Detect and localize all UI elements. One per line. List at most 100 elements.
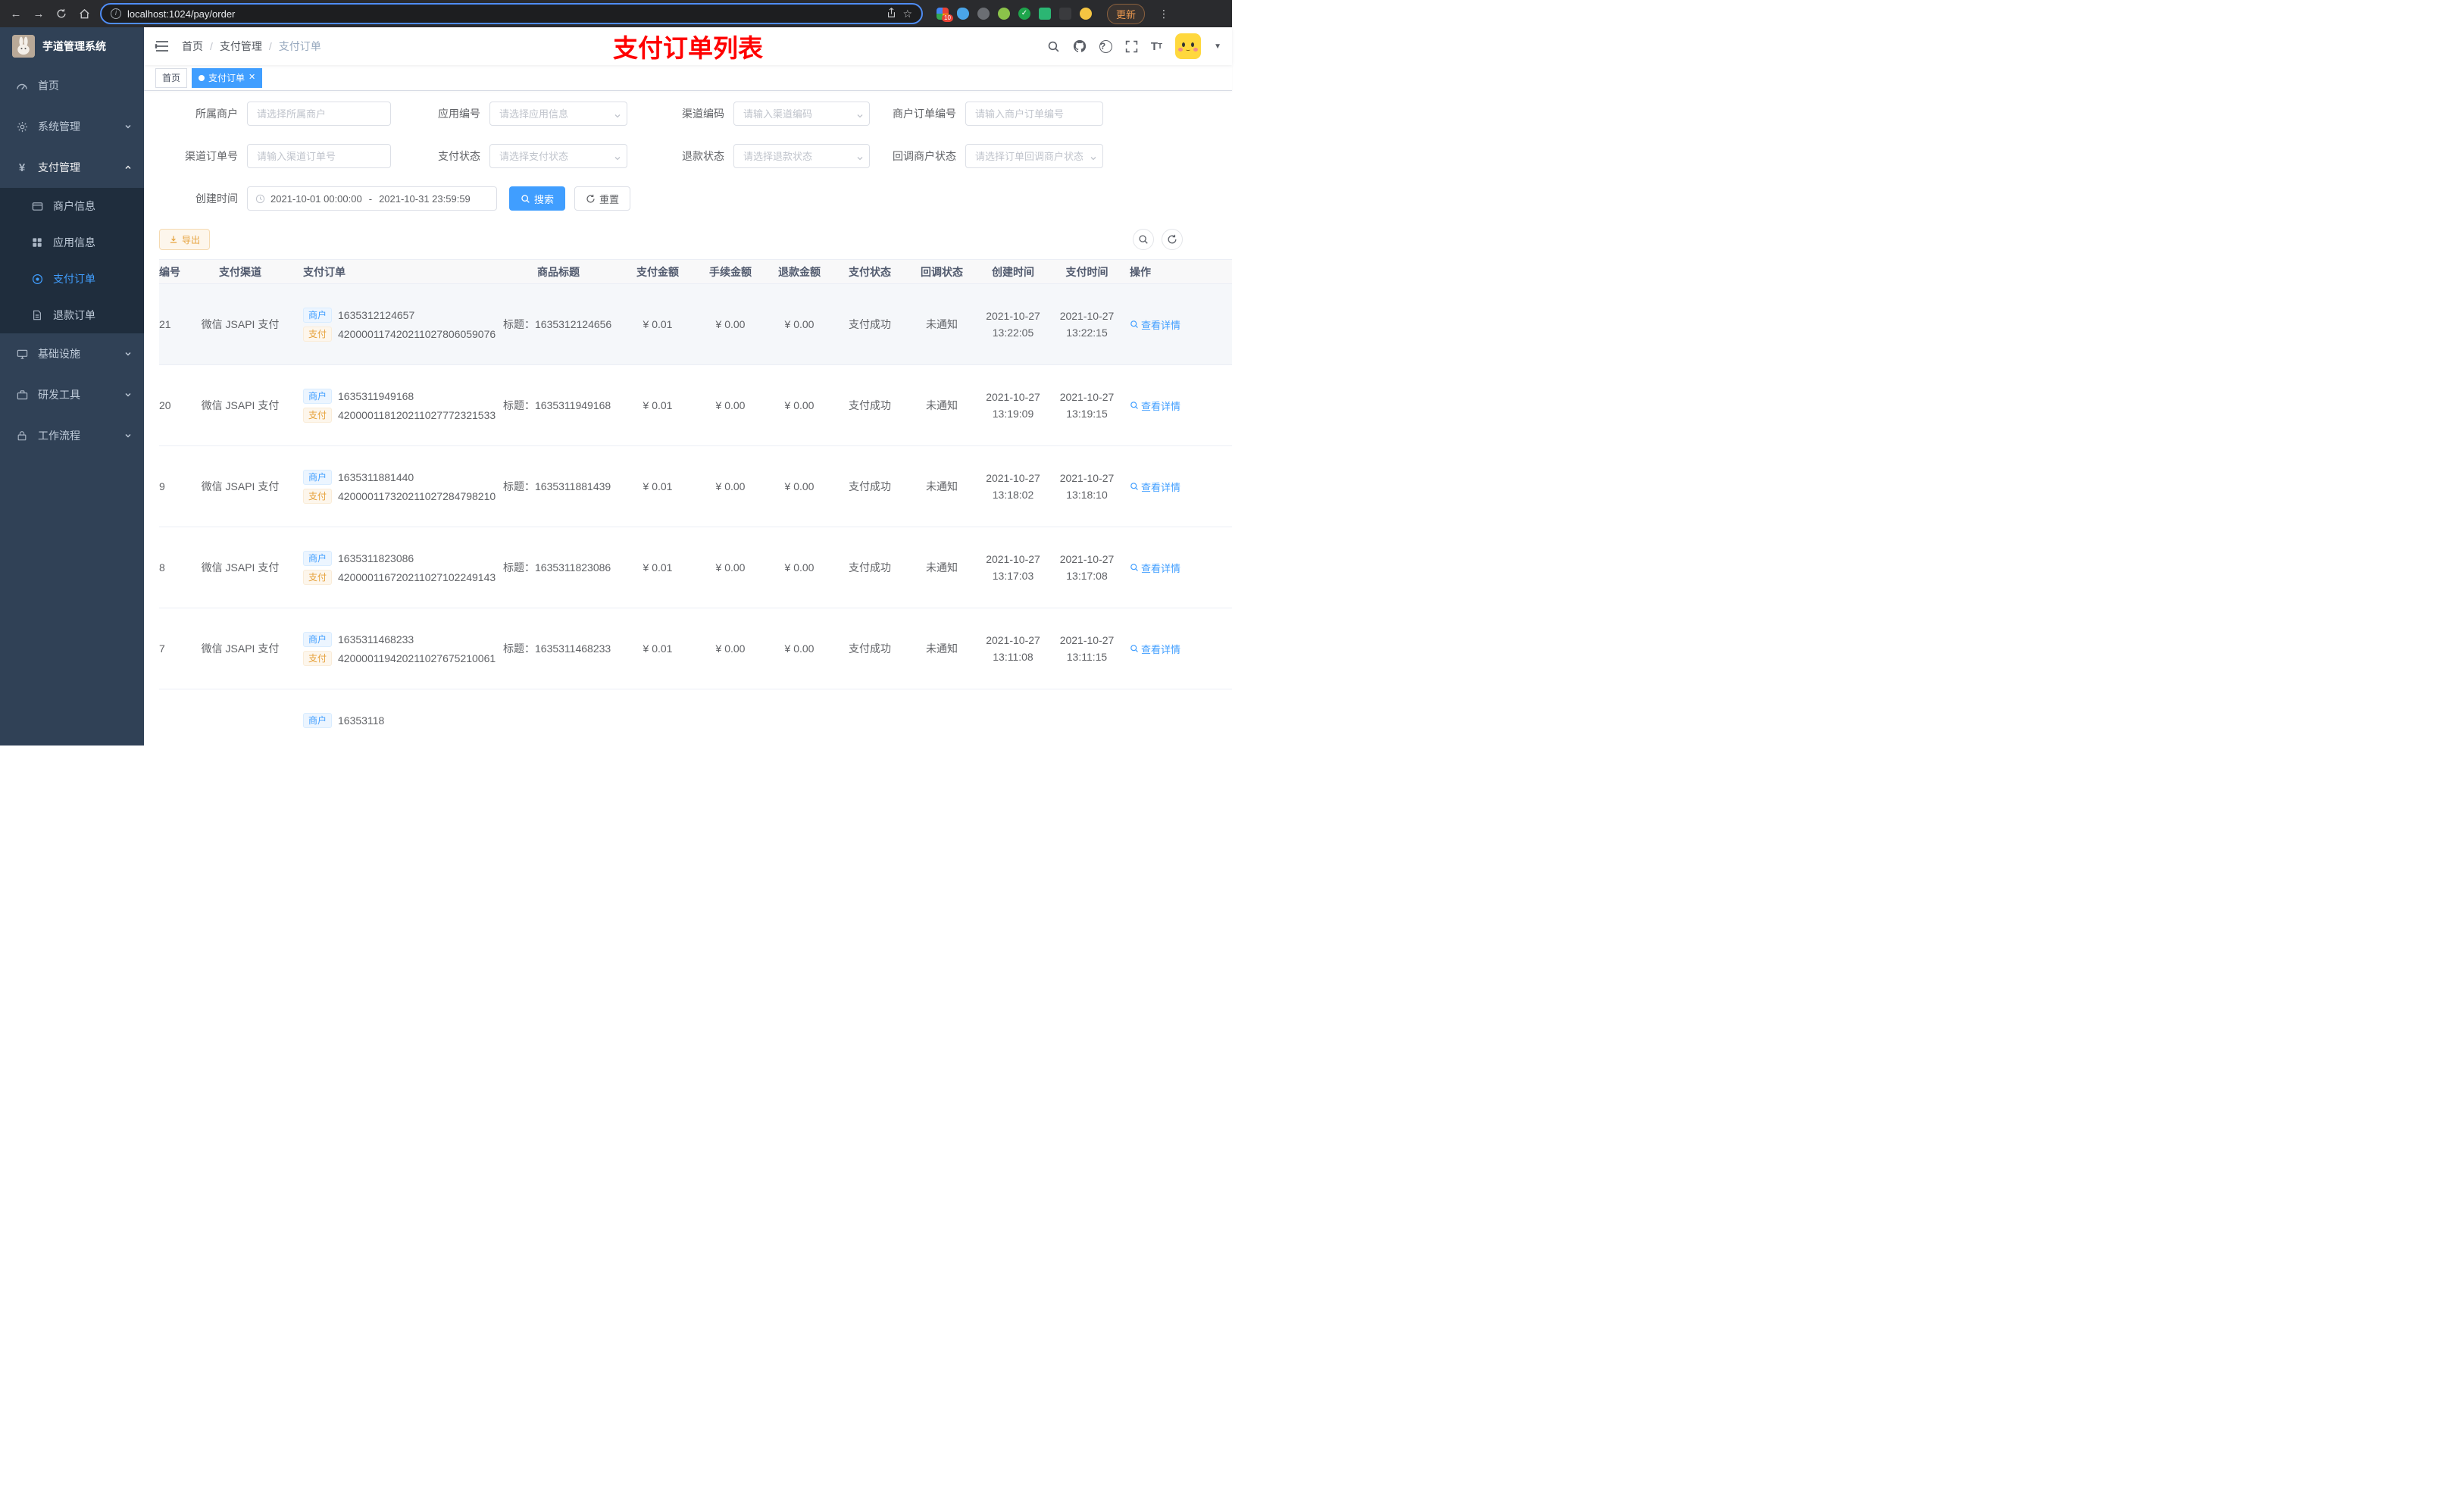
- bookmark-star-icon[interactable]: ☆: [902, 8, 912, 20]
- clock-icon: [255, 194, 265, 204]
- cell-amount: ¥ 0.01: [621, 445, 694, 527]
- sidebar-item-label: 系统管理: [38, 120, 80, 133]
- sidebar-toggle-icon[interactable]: [155, 39, 170, 54]
- refresh-icon[interactable]: [1162, 229, 1183, 250]
- extension-badge: 10: [942, 14, 953, 22]
- reset-button[interactable]: 重置: [574, 186, 631, 211]
- cell-fee: ¥ 0.00: [694, 364, 767, 446]
- extension-icon[interactable]: ✓: [1018, 8, 1030, 20]
- sidebar-item-app-info[interactable]: 应用信息: [0, 224, 144, 261]
- sidebar-item-refund-order[interactable]: 退款订单: [0, 297, 144, 333]
- toggle-search-icon[interactable]: [1133, 229, 1154, 250]
- extension-icon[interactable]: 10: [937, 8, 953, 22]
- url-bar[interactable]: i localhost:1024/pay/order ☆: [100, 3, 923, 24]
- cell-amount: ¥ 0.01: [621, 283, 694, 365]
- sidebar-item-label: 首页: [38, 80, 59, 92]
- breadcrumb-home[interactable]: 首页: [182, 39, 203, 54]
- close-tab-icon[interactable]: ✕: [249, 73, 255, 82]
- avatar[interactable]: [1175, 33, 1202, 59]
- cell-title: 标题：1635312124656: [496, 283, 621, 365]
- sidebar-item-pay-order[interactable]: 支付订单: [0, 261, 144, 297]
- cell-refund: ¥ 0.00: [767, 283, 832, 365]
- table-row: 7 微信 JSAPI 支付 商户 1635311468233 支付 420000…: [159, 608, 1232, 689]
- sidebar-item-infrastructure[interactable]: 基础设施: [0, 333, 144, 374]
- extension-icon[interactable]: [1039, 8, 1051, 20]
- channel-code-select[interactable]: [733, 102, 870, 126]
- back-icon[interactable]: ←: [9, 8, 23, 20]
- avatar-caret-icon[interactable]: ▼: [1214, 42, 1221, 51]
- sidebar-item-system-mgmt[interactable]: 系统管理: [0, 106, 144, 147]
- view-detail-link[interactable]: 查看详情: [1130, 317, 1180, 332]
- sidebar-item-merchant-info[interactable]: 商户信息: [0, 188, 144, 224]
- cell-refund: [767, 689, 832, 746]
- app-title: 芋道管理系统: [42, 40, 106, 52]
- pay-status-select[interactable]: [489, 144, 627, 168]
- reload-icon[interactable]: [55, 8, 68, 19]
- extension-icon[interactable]: [957, 8, 969, 20]
- sidebar-item-workflow[interactable]: 工作流程: [0, 415, 144, 456]
- github-icon[interactable]: [1073, 39, 1087, 53]
- extension-icon[interactable]: [998, 8, 1010, 20]
- extension-icon[interactable]: [1059, 8, 1071, 20]
- pay-tag: 支付: [303, 407, 333, 423]
- col-action: 操作: [1124, 259, 1232, 284]
- font-size-icon[interactable]: TT: [1151, 40, 1162, 53]
- filter-label: 商户订单编号: [893, 108, 956, 120]
- help-icon[interactable]: ?: [1099, 39, 1112, 53]
- export-button[interactable]: 导出: [159, 229, 211, 250]
- cell-channel: 微信 JSAPI 支付: [185, 283, 295, 365]
- sidebar-item-dev-tools[interactable]: 研发工具: [0, 374, 144, 415]
- cell-order-id: 20: [159, 364, 185, 446]
- search-icon[interactable]: [1047, 40, 1060, 53]
- refund-status-select[interactable]: [733, 144, 870, 168]
- fullscreen-icon[interactable]: [1125, 40, 1138, 53]
- view-detail-link[interactable]: 查看详情: [1130, 642, 1180, 656]
- cell-order-id: 9: [159, 445, 185, 527]
- browser-menu-icon[interactable]: ⋮: [1159, 8, 1169, 20]
- forward-icon[interactable]: →: [32, 8, 45, 20]
- channel-order-no-input[interactable]: [247, 144, 391, 168]
- merchant-tag: 商户: [303, 388, 333, 404]
- cell-pay-order: 商户 1635312124657 支付 42000011742021102780…: [295, 283, 496, 365]
- cell-fee: ¥ 0.00: [694, 283, 767, 365]
- tab-pay-order[interactable]: 支付订单 ✕: [192, 67, 263, 88]
- browser-update-button[interactable]: 更新: [1107, 3, 1146, 24]
- col-channel: 支付渠道: [185, 259, 295, 284]
- app-id-select[interactable]: [489, 102, 627, 126]
- merchant-order-no-input[interactable]: [965, 102, 1103, 126]
- cell-title: 标题：1635311468233: [496, 608, 621, 689]
- search-button[interactable]: 搜索: [509, 186, 566, 211]
- cell-title: 标题：1635311949168: [496, 364, 621, 446]
- create-time-range-picker[interactable]: 2021-10-01 00:00:00 - 2021-10-31 23:59:5…: [247, 186, 497, 211]
- home-icon[interactable]: [77, 8, 91, 20]
- merchant-select-input[interactable]: [247, 102, 391, 126]
- cell-notify: 未通知: [908, 364, 976, 446]
- view-detail-link[interactable]: 查看详情: [1130, 399, 1180, 413]
- credit-card-icon: [30, 201, 44, 212]
- breadcrumb-current: 支付订单: [278, 40, 321, 52]
- filter-row-1: 所属商户 应用编号 渠道编码 商户订单编号: [159, 102, 1232, 126]
- view-detail-link[interactable]: 查看详情: [1130, 480, 1180, 494]
- extension-icon[interactable]: [977, 8, 990, 20]
- site-info-icon[interactable]: i: [111, 8, 121, 19]
- view-detail-link[interactable]: 查看详情: [1130, 561, 1180, 575]
- breadcrumb-payment-mgmt[interactable]: 支付管理: [220, 39, 262, 54]
- share-icon[interactable]: [886, 7, 896, 20]
- tab-home[interactable]: 首页: [155, 67, 188, 88]
- cell-channel: 微信 JSAPI 支付: [185, 527, 295, 608]
- chevron-up-icon: [124, 164, 132, 171]
- merchant-tag: 商户: [303, 469, 333, 485]
- col-pay-order: 支付订单: [295, 259, 496, 284]
- sidebar-item-payment-mgmt[interactable]: ¥ 支付管理: [0, 147, 144, 188]
- pay-order-table: 编号 支付渠道 支付订单 商品标题 支付金额 手续金额 退款金额 支付状态 回调…: [159, 259, 1232, 746]
- extension-icon[interactable]: [1080, 8, 1092, 20]
- grid-icon: [30, 237, 44, 248]
- sidebar-item-home[interactable]: 首页: [0, 65, 144, 106]
- callback-status-select[interactable]: [965, 144, 1103, 168]
- url-text: localhost:1024/pay/order: [127, 8, 236, 20]
- sidebar-item-label: 支付订单: [53, 273, 95, 285]
- sidebar-logo[interactable]: 芋道管理系统: [0, 27, 144, 65]
- cell-amount: ¥ 0.01: [621, 364, 694, 446]
- cell-channel: 微信 JSAPI 支付: [185, 445, 295, 527]
- col-notify: 回调状态: [908, 259, 976, 284]
